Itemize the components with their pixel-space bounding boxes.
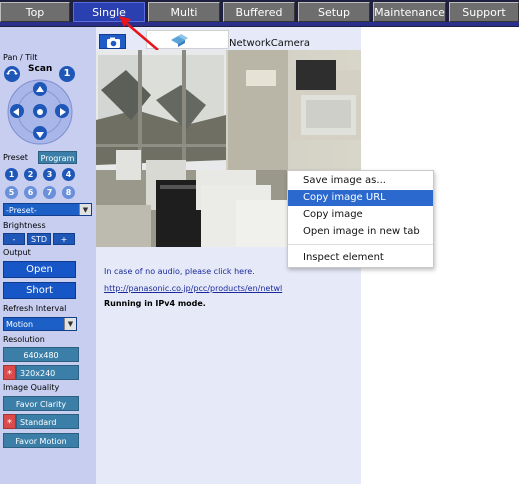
preset-label: Preset bbox=[3, 153, 28, 162]
ptz-down-arrow-icon[interactable] bbox=[33, 126, 47, 140]
brightness-label: Brightness bbox=[3, 221, 46, 230]
preset-4-button[interactable]: 4 bbox=[62, 168, 75, 181]
resolution-640x480-button[interactable]: 640x480 bbox=[3, 347, 79, 362]
brightness-minus-button[interactable]: - bbox=[3, 233, 25, 245]
program-button[interactable]: Program bbox=[38, 151, 77, 164]
favor-clarity-button[interactable]: Favor Clarity bbox=[3, 396, 79, 411]
preset-6-button[interactable]: 6 bbox=[24, 186, 37, 199]
menu-item-save-image-as[interactable]: Save image as... bbox=[288, 173, 433, 189]
preset-5-button[interactable]: 5 bbox=[5, 186, 18, 199]
brightness-plus-button[interactable]: + bbox=[53, 233, 75, 245]
tab-top[interactable]: Top bbox=[0, 2, 70, 22]
ptz-up-arrow-icon[interactable] bbox=[33, 82, 47, 96]
refresh-interval-select[interactable]: Motion ▼ bbox=[3, 317, 77, 331]
resolution-label: Resolution bbox=[3, 335, 45, 344]
preset-1-button[interactable]: 1 bbox=[5, 168, 18, 181]
preset-2-button[interactable]: 2 bbox=[24, 168, 37, 181]
preset-7-button[interactable]: 7 bbox=[43, 186, 56, 199]
tab-support[interactable]: Support bbox=[449, 2, 519, 22]
panasonic-url-link[interactable]: http://panasonic.co.jp/pcc/products/en/n… bbox=[104, 284, 282, 293]
preset-select[interactable]: -Preset- ▼ bbox=[3, 203, 92, 216]
preset-select-value: -Preset- bbox=[6, 206, 37, 215]
menu-divider bbox=[288, 244, 433, 245]
output-open-button[interactable]: Open bbox=[3, 261, 76, 278]
selected-marker: * bbox=[3, 414, 16, 429]
refresh-interval-value: Motion bbox=[6, 320, 34, 329]
status-text: Running in IPv4 mode. bbox=[104, 299, 206, 308]
favor-motion-button[interactable]: Favor Motion bbox=[3, 433, 79, 448]
camera-name: NetworkCamera bbox=[229, 38, 310, 49]
output-label: Output bbox=[3, 248, 31, 257]
menu-item-inspect-element[interactable]: Inspect element bbox=[288, 250, 433, 266]
context-menu: Save image as... Copy image URL Copy ima… bbox=[287, 170, 434, 268]
resolution-320x240-button[interactable]: 320x240 bbox=[16, 365, 79, 380]
standard-quality-button[interactable]: Standard bbox=[16, 414, 79, 429]
selected-marker: * bbox=[3, 365, 16, 380]
output-short-button[interactable]: Short bbox=[3, 282, 76, 299]
ptz-home-icon[interactable] bbox=[33, 104, 47, 118]
ptz-left-arrow-icon[interactable] bbox=[10, 104, 24, 118]
red-annotation-arrow-icon bbox=[118, 14, 160, 52]
menu-item-open-image-new-tab[interactable]: Open image in new tab bbox=[288, 224, 433, 240]
dropdown-arrow-icon: ▼ bbox=[64, 318, 76, 330]
tab-buffered-image[interactable]: Buffered Image bbox=[223, 2, 295, 38]
scan-label: Scan bbox=[28, 64, 53, 74]
menu-item-copy-image-url[interactable]: Copy image URL bbox=[288, 190, 433, 206]
preset-8-button[interactable]: 8 bbox=[62, 186, 75, 199]
ptz-right-arrow-icon[interactable] bbox=[55, 104, 69, 118]
brightness-std-button[interactable]: STD bbox=[27, 233, 51, 245]
nav-underline bbox=[0, 22, 519, 26]
tab-maintenance[interactable]: Maintenance bbox=[373, 2, 446, 22]
menu-item-copy-image[interactable]: Copy image bbox=[288, 207, 433, 223]
pan-tilt-label: Pan / Tilt bbox=[3, 53, 38, 62]
refresh-interval-label: Refresh Interval bbox=[3, 304, 67, 313]
audio-help-link[interactable]: In case of no audio, please click here. bbox=[104, 267, 255, 276]
preset-3-button[interactable]: 3 bbox=[43, 168, 56, 181]
dropdown-arrow-icon: ▼ bbox=[79, 204, 91, 215]
image-quality-label: Image Quality bbox=[3, 383, 60, 392]
tab-setup[interactable]: Setup bbox=[298, 2, 370, 22]
